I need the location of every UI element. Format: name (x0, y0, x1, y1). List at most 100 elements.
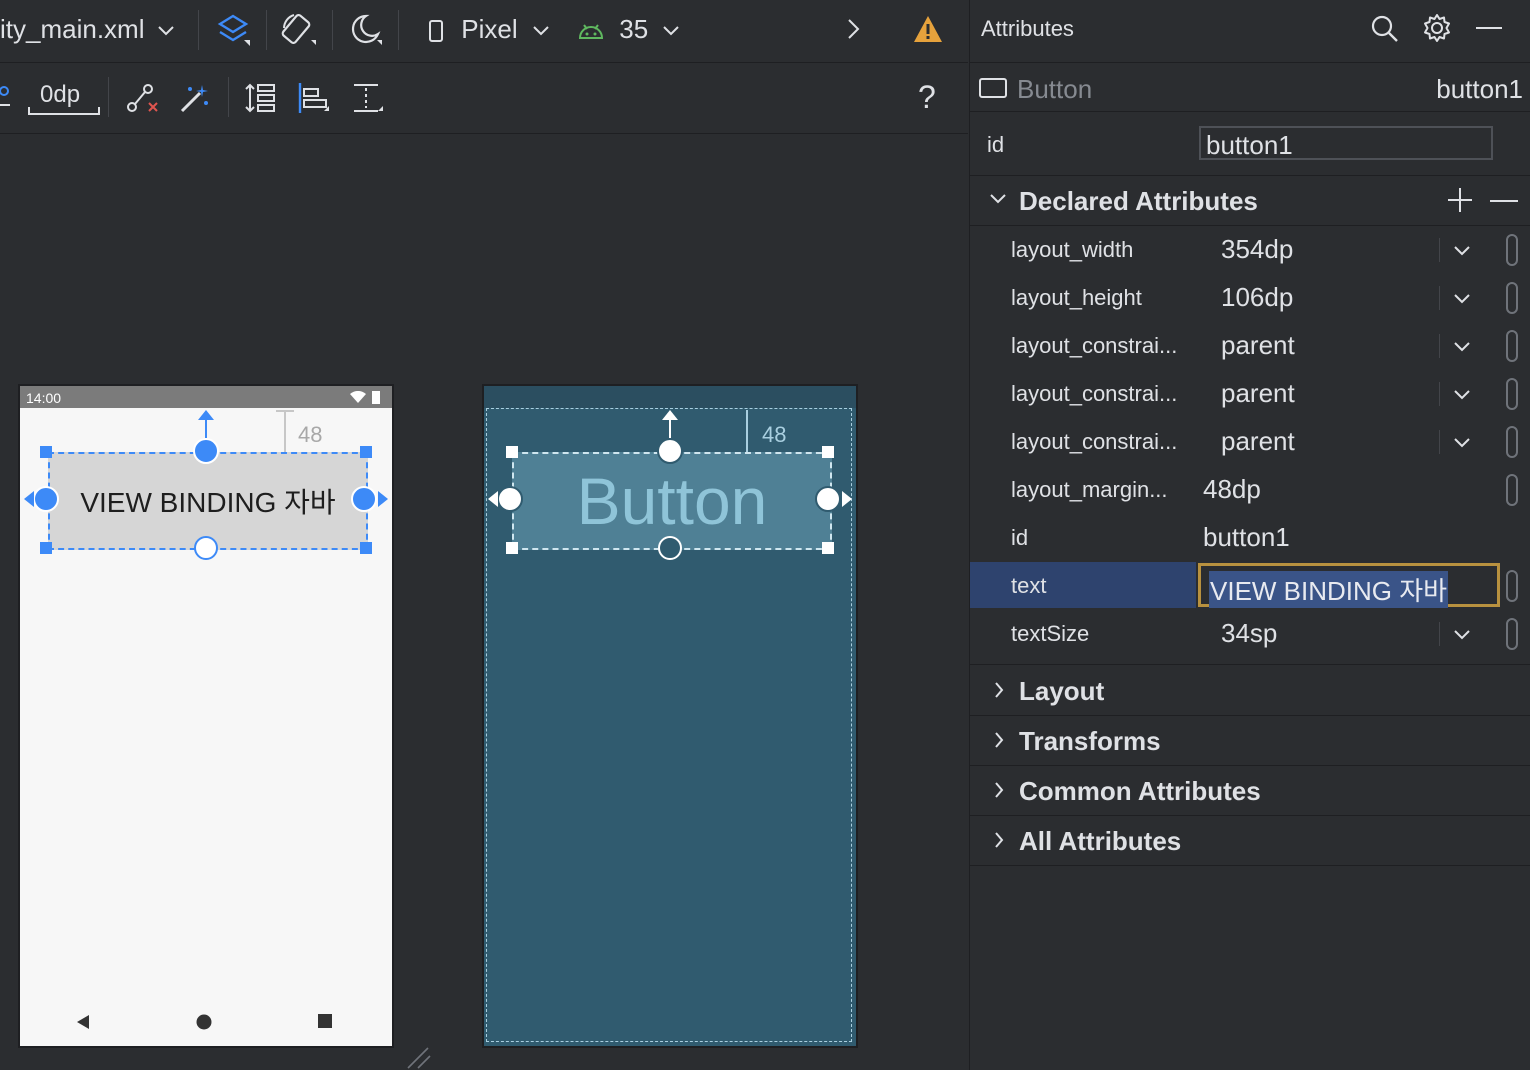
left-constraint-arrow-icon (20, 489, 34, 509)
chevron-down-icon[interactable] (1454, 390, 1470, 400)
warning-icon[interactable] (912, 14, 944, 44)
top-anchor[interactable] (657, 438, 683, 464)
id-label: id (987, 132, 1005, 157)
right-anchor[interactable] (815, 486, 841, 512)
attribute-label: layout_constrai... (1011, 429, 1178, 454)
separator (108, 77, 109, 117)
resource-picker-button[interactable] (1506, 426, 1518, 458)
resource-picker-button[interactable] (1506, 570, 1518, 602)
minimize-icon[interactable] (1476, 26, 1502, 30)
right-anchor[interactable] (351, 486, 377, 512)
orientation-icon[interactable] (280, 10, 318, 48)
separator (1439, 238, 1440, 262)
section-common-attributes[interactable]: Common Attributes (970, 765, 1530, 816)
right-constraint-arrow-icon (842, 489, 854, 509)
attribute-label: text (1011, 573, 1047, 598)
resource-picker-button[interactable] (1506, 234, 1518, 266)
api-level-label: 35 (619, 14, 649, 44)
attribute-row-constraint[interactable]: layout_constrai... parent (970, 370, 1530, 418)
attribute-value[interactable]: 354dp (1221, 234, 1293, 265)
infer-constraints-icon[interactable] (178, 81, 212, 115)
resize-handle[interactable] (822, 542, 834, 554)
divider (970, 62, 1530, 63)
resize-grip-icon[interactable] (406, 1046, 432, 1070)
attribute-row-text[interactable]: text VIEW BINDING 자바 (970, 562, 1530, 610)
resize-handle[interactable] (360, 542, 372, 554)
design-preview-phone[interactable]: 14:00 48 VIEW BINDING 자바 (18, 384, 394, 1048)
api-level-dropdown[interactable]: 35 (578, 14, 680, 45)
resize-handle[interactable] (40, 446, 52, 458)
resize-handle[interactable] (822, 446, 834, 458)
align-icon[interactable] (296, 81, 330, 115)
default-margin-dropdown[interactable]: 0dp (28, 81, 100, 115)
separator (332, 10, 333, 50)
pack-icon[interactable] (244, 81, 278, 115)
section-title: All Attributes (1019, 826, 1182, 856)
attribute-row-constraint[interactable]: layout_constrai... parent (970, 322, 1530, 370)
id-input[interactable]: button1 (1199, 126, 1493, 160)
attribute-value[interactable]: 34sp (1221, 618, 1277, 649)
left-anchor[interactable] (497, 486, 523, 512)
text-attribute-input[interactable]: VIEW BINDING 자바 (1198, 563, 1500, 608)
chevron-down-icon[interactable] (990, 193, 1006, 205)
chevron-down-icon[interactable] (1454, 630, 1470, 640)
attribute-row-layout-height[interactable]: layout_height 106dp (970, 274, 1530, 322)
chevron-right-icon[interactable] (846, 18, 862, 40)
attribute-value[interactable]: button1 (1203, 522, 1290, 553)
attribute-value[interactable]: parent (1221, 378, 1295, 409)
declared-attributes-title[interactable]: Declared Attributes (1019, 186, 1258, 217)
chevron-down-icon[interactable] (1454, 246, 1470, 256)
divider (970, 111, 1530, 112)
resource-picker-button[interactable] (1506, 282, 1518, 314)
add-attribute-icon[interactable] (1446, 186, 1474, 214)
chevron-down-icon[interactable] (1454, 294, 1470, 304)
layers-icon[interactable] (214, 10, 252, 48)
attribute-label: id (1011, 525, 1029, 550)
attribute-value[interactable]: 106dp (1221, 282, 1293, 313)
resource-picker-button[interactable] (1506, 474, 1518, 506)
attribute-row-id[interactable]: id button1 (970, 514, 1530, 562)
blueprint-preview[interactable]: 48 Button (482, 384, 858, 1048)
attribute-label: layout_width (1011, 237, 1134, 262)
resource-picker-button[interactable] (1506, 378, 1518, 410)
attribute-value[interactable]: parent (1221, 330, 1295, 361)
chevron-down-icon (663, 26, 680, 36)
clear-constraints-icon[interactable] (126, 81, 160, 115)
section-all-attributes[interactable]: All Attributes (970, 815, 1530, 866)
guidelines-icon[interactable] (350, 81, 384, 115)
section-transforms[interactable]: Transforms (970, 715, 1530, 766)
resize-handle[interactable] (506, 446, 518, 458)
top-constraint-arrow-icon (196, 410, 216, 438)
device-dropdown[interactable]: Pixel (428, 14, 549, 45)
search-icon[interactable] (1370, 14, 1400, 44)
help-button[interactable]: ? (918, 79, 936, 116)
section-layout[interactable]: Layout (970, 665, 1530, 716)
phone-icon (428, 19, 444, 43)
bottom-anchor[interactable] (658, 536, 682, 560)
chevron-down-icon[interactable] (1454, 342, 1470, 352)
top-anchor[interactable] (193, 438, 219, 464)
bottom-anchor[interactable] (194, 536, 218, 560)
attribute-value[interactable]: 48dp (1203, 474, 1261, 505)
resource-picker-button[interactable] (1506, 618, 1518, 650)
attribute-value[interactable]: parent (1221, 426, 1295, 457)
margin-line (746, 410, 748, 452)
attribute-row-layout-margin[interactable]: layout_margin... 48dp (970, 466, 1530, 514)
resize-handle[interactable] (40, 542, 52, 554)
chevron-down-icon[interactable] (1454, 438, 1470, 448)
chevron-right-icon (994, 832, 1004, 848)
gear-icon[interactable] (1422, 13, 1452, 43)
attribute-row-layout-width[interactable]: layout_width 354dp (970, 226, 1530, 274)
resize-handle[interactable] (506, 542, 518, 554)
left-constraint-arrow-icon (484, 489, 498, 509)
resource-picker-button[interactable] (1506, 330, 1518, 362)
night-mode-icon[interactable] (346, 10, 384, 48)
file-name-dropdown[interactable]: ity_main.xml (0, 14, 174, 45)
attribute-row-text-size[interactable]: textSize 34sp (970, 610, 1530, 658)
separator (1439, 286, 1440, 310)
left-anchor[interactable] (33, 486, 59, 512)
resize-handle[interactable] (360, 446, 372, 458)
attribute-row-constraint[interactable]: layout_constrai... parent (970, 418, 1530, 466)
remove-attribute-icon[interactable] (1490, 199, 1518, 203)
autoconnect-icon[interactable] (0, 83, 14, 113)
